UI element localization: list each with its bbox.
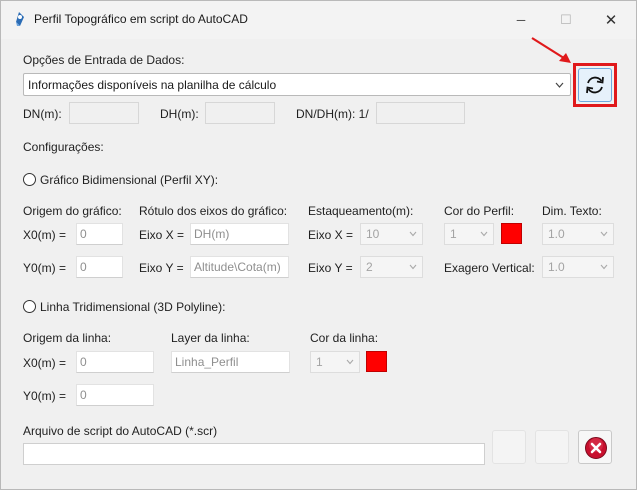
minimize-icon: ─ <box>516 13 526 27</box>
config-heading: Configurações: <box>23 140 104 154</box>
line-color-value: 1 <box>316 355 323 369</box>
vertical-exaggeration-value: 1.0 <box>548 260 565 274</box>
station-x-label: Eixo X = <box>308 228 354 242</box>
browse-button[interactable] <box>492 430 526 464</box>
graph-y0-label: Y0(m) = <box>23 261 67 275</box>
dn-field[interactable] <box>69 102 139 124</box>
station-y-label: Eixo Y = <box>308 261 353 275</box>
input-source-selected: Informações disponíveis na planilha de c… <box>28 78 277 92</box>
chevron-down-icon <box>346 359 354 365</box>
dn-label: DN(m): <box>23 107 62 121</box>
axis-x-input[interactable]: DH(m) <box>190 223 289 245</box>
line-x0-label: X0(m) = <box>23 356 67 370</box>
station-x-value: 10 <box>366 227 380 241</box>
chevron-down-icon <box>409 264 417 270</box>
station-y-value: 2 <box>366 260 373 274</box>
close-icon: ✕ <box>604 12 618 29</box>
maximize-button[interactable]: ☐ <box>543 1 589 39</box>
polyline-3d-radio[interactable] <box>23 300 36 313</box>
dh-label: DH(m): <box>160 107 199 121</box>
close-window-button[interactable]: ✕ <box>588 1 634 39</box>
input-options-heading: Opções de Entrada de Dados: <box>23 53 185 67</box>
line-origin-heading: Origem da linha: <box>23 331 112 345</box>
axis-label-heading: Rótulo dos eixos do gráfico: <box>139 204 288 218</box>
line-y0-label: Y0(m) = <box>23 389 67 403</box>
chevron-down-icon <box>600 264 608 270</box>
refresh-highlight <box>573 63 617 107</box>
app-window: Perfil Topográfico em script do AutoCAD … <box>0 0 637 490</box>
script-file-path-input[interactable] <box>23 443 485 465</box>
title-bar: Perfil Topográfico em script do AutoCAD … <box>1 1 636 39</box>
profile-color-value: 1 <box>450 227 457 241</box>
dh-field[interactable] <box>205 102 275 124</box>
line-y0-input[interactable]: 0 <box>76 384 154 406</box>
graph-y0-input[interactable]: 0 <box>76 256 123 278</box>
vertical-exaggeration-label: Exagero Vertical: <box>444 261 535 275</box>
line-color-select[interactable]: 1 <box>310 351 360 373</box>
vertical-exaggeration-select[interactable]: 1.0 <box>542 256 614 278</box>
chevron-down-icon <box>409 231 417 237</box>
polyline-3d-radio-label: Linha Tridimensional (3D Polyline): <box>40 300 226 314</box>
line-x0-input[interactable]: 0 <box>76 351 154 373</box>
window-title: Perfil Topográfico em script do AutoCAD <box>34 12 248 26</box>
station-heading: Estaqueamento(m): <box>308 204 414 218</box>
profile-color-select[interactable]: 1 <box>444 223 494 245</box>
chevron-down-icon <box>480 231 488 237</box>
station-x-select[interactable]: 10 <box>360 223 423 245</box>
axis-y-input[interactable]: Altitude\Cota(m) <box>190 256 289 278</box>
line-color-swatch[interactable] <box>366 351 387 372</box>
profile-color-heading: Cor do Perfil: <box>444 204 515 218</box>
dn-dh-ratio-field[interactable] <box>376 102 465 124</box>
layer-heading: Layer da linha: <box>171 331 250 345</box>
refresh-icon <box>586 76 604 94</box>
profile-2d-radio-label: Gráfico Bidimensional (Perfil XY): <box>40 173 219 187</box>
script-file-label: Arquivo de script do AutoCAD (*.scr) <box>23 424 218 438</box>
cancel-button[interactable] <box>578 430 612 464</box>
layer-input[interactable]: Linha_Perfil <box>171 351 290 373</box>
minimize-button[interactable]: ─ <box>498 1 544 39</box>
dn-dh-ratio-label: DN/DH(m): 1/ <box>296 107 369 121</box>
text-size-value: 1.0 <box>548 227 565 241</box>
annotation-arrow-icon <box>531 37 571 63</box>
chevron-down-icon <box>600 231 608 237</box>
axis-y-label: Eixo Y = <box>139 261 184 275</box>
input-source-select[interactable]: Informações disponíveis na planilha de c… <box>23 73 571 96</box>
app-logo-icon <box>16 12 24 26</box>
graph-x0-label: X0(m) = <box>23 228 67 242</box>
maximize-icon: ☐ <box>560 12 572 27</box>
chevron-down-icon <box>555 82 564 88</box>
graph-origin-heading: Origem do gráfico: <box>23 204 122 218</box>
graph-x0-input[interactable]: 0 <box>76 223 123 245</box>
text-size-select[interactable]: 1.0 <box>542 223 614 245</box>
station-y-select[interactable]: 2 <box>360 256 423 278</box>
text-size-heading: Dim. Texto: <box>542 204 602 218</box>
refresh-button[interactable] <box>578 68 612 102</box>
profile-color-swatch[interactable] <box>501 223 522 244</box>
axis-x-label: Eixo X = <box>139 228 185 242</box>
line-color-heading: Cor da linha: <box>310 331 379 345</box>
cancel-icon <box>585 437 607 459</box>
generate-button[interactable] <box>535 430 569 464</box>
profile-2d-radio[interactable] <box>23 173 36 186</box>
